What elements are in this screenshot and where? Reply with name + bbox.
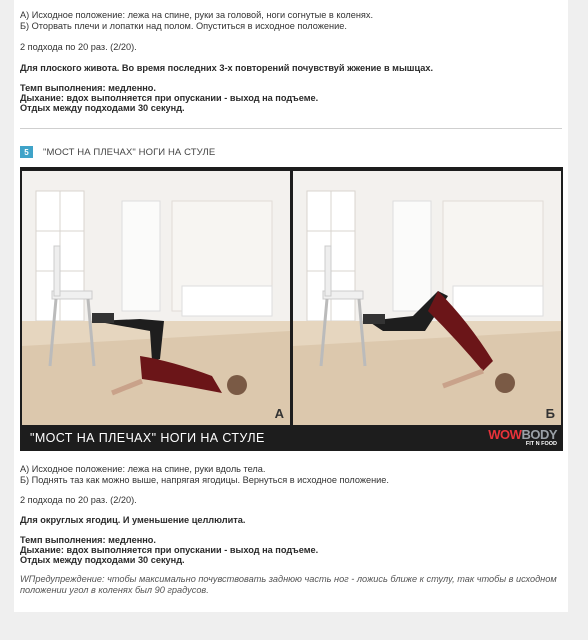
exercise-image: А Б "МОСТ НА ПЛЕЧАХ" НОГИ НА СТУЛЕ WOWBO… [20, 167, 563, 451]
rest-text: Отдых между подходами 30 секунд. [20, 103, 185, 113]
tempo-text: Темп выполнения: медленно. [20, 83, 156, 93]
exercise-number-badge: 5 [20, 146, 33, 158]
exercise-purpose: Для округлых ягодиц. И уменьшение целлюл… [20, 515, 246, 525]
breathing-text: Дыхание: вдох выполняется при опускании … [20, 93, 319, 103]
panel-b-letter: Б [545, 406, 555, 421]
panel-a-letter: А [274, 406, 284, 421]
exercise-photo-b: Б [293, 171, 561, 425]
article-card: А) Исходное положение: лежа на спине, ру… [14, 0, 568, 612]
instruction-line-a: А) Исходное положение: лежа на спине, ру… [20, 10, 374, 20]
exercise-photo-a: А [22, 171, 290, 425]
exercise-sets: 2 подхода по 20 раз. (2/20). [20, 495, 137, 505]
brand-logo: WOWBODY FIT N FOOD [488, 427, 557, 447]
exercise-title: "МОСТ НА ПЛЕЧАХ" НОГИ НА СТУЛЕ [43, 146, 216, 158]
instruction-line-b: Б) Оторвать плечи и лопатки над полом. О… [20, 21, 347, 31]
section-divider [20, 128, 562, 129]
exercise-heading: 5 "МОСТ НА ПЛЕЧАХ" НОГИ НА СТУЛЕ [20, 145, 215, 159]
exercise-rest: Отдых между подходами 30 секунд. [20, 555, 185, 565]
exercise-warning: WПредупреждение: чтобы максимально почув… [20, 574, 557, 595]
exercise-tempo: Темп выполнения: медленно. [20, 535, 156, 545]
exercise-breathing: Дыхание: вдох выполняется при опускании … [20, 545, 319, 555]
image-caption-bar: "МОСТ НА ПЛЕЧАХ" НОГИ НА СТУЛЕ WOWBODY F… [20, 425, 563, 451]
sets-text: 2 подхода по 20 раз. (2/20). [20, 42, 137, 52]
image-caption: "МОСТ НА ПЛЕЧАХ" НОГИ НА СТУЛЕ [30, 431, 265, 445]
exercise-line-a: А) Исходное положение: лежа на спине, ру… [20, 464, 266, 474]
exercise-line-b: Б) Поднять таз как можно выше, напрягая … [20, 475, 389, 485]
purpose-text: Для плоского живота. Во время последних … [20, 63, 433, 73]
